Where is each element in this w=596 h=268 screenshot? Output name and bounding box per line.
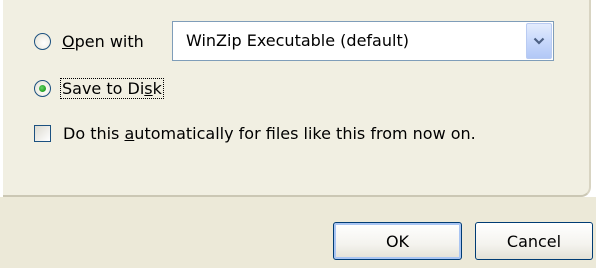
open-with-option[interactable]: Open with xyxy=(34,32,144,51)
open-with-program-value: WinZip Executable (default) xyxy=(186,31,409,50)
open-with-program-select[interactable]: WinZip Executable (default) xyxy=(172,21,554,61)
chevron-down-icon xyxy=(533,37,545,45)
ok-button[interactable]: OK xyxy=(333,222,462,260)
cancel-button[interactable]: Cancel xyxy=(475,222,593,260)
auto-checkbox[interactable] xyxy=(34,125,51,142)
auto-option-label[interactable]: Do this automatically for files like thi… xyxy=(63,124,476,143)
save-to-disk-option[interactable]: Save to Disk xyxy=(34,78,164,99)
save-to-disk-radio[interactable] xyxy=(34,80,51,97)
open-with-label[interactable]: Open with xyxy=(62,32,144,51)
options-panel: Open with WinZip Executable (default) Sa… xyxy=(3,0,591,197)
radio-selected-dot xyxy=(39,85,46,92)
auto-option[interactable]: Do this automatically for files like thi… xyxy=(34,124,476,143)
save-to-disk-label[interactable]: Save to Disk xyxy=(60,78,164,99)
dropdown-button[interactable] xyxy=(526,23,552,59)
open-with-radio[interactable] xyxy=(34,33,51,50)
